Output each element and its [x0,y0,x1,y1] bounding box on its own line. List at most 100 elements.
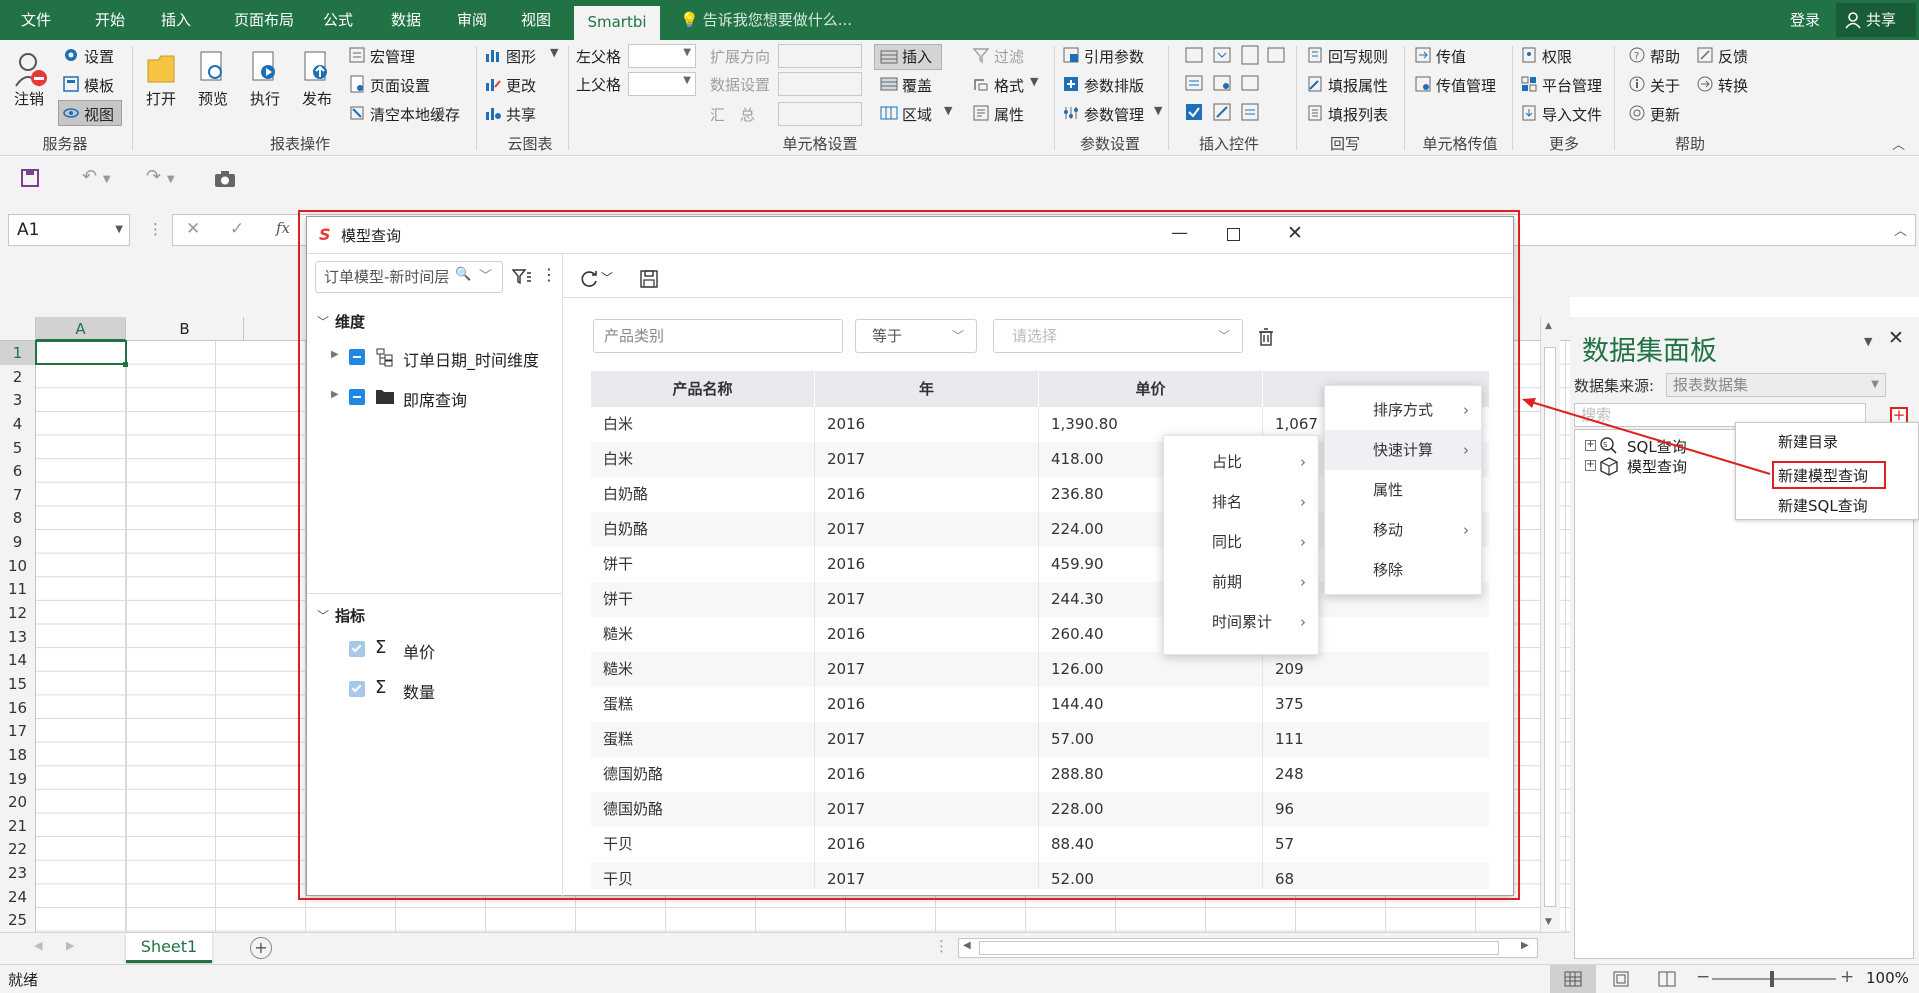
horizontal-scrollbar[interactable]: ◀ ▶ [958,938,1538,958]
zoom-in-icon[interactable]: + [1840,967,1854,987]
feedback-button[interactable]: 反馈 [1718,46,1748,67]
format-button[interactable]: 格式 [994,75,1024,96]
row-header[interactable]: 4 [0,411,36,436]
row-header[interactable]: 13 [0,624,36,649]
row-header[interactable]: 25 [0,908,36,933]
logout-button[interactable]: 注销 [14,88,44,109]
row-header[interactable]: 16 [0,695,36,720]
row-header[interactable]: 12 [0,601,36,626]
tab-view[interactable]: 视图 [506,0,566,40]
zoom-slider[interactable] [1712,978,1836,980]
tab-data[interactable]: 数据 [376,0,436,40]
chevron-down-icon[interactable]: ▼ [944,104,952,117]
preview-button[interactable]: 预览 [198,88,228,109]
source-select[interactable]: 报表数据集 ▼ [1666,373,1886,397]
h-scroll-thumb[interactable] [979,941,1499,955]
row-header[interactable]: 19 [0,766,36,791]
scroll-left-icon[interactable]: ◀ [963,940,971,951]
help-button[interactable]: 帮助 [1650,46,1680,67]
active-cell-a1[interactable] [35,340,127,365]
tab-smartbi[interactable]: Smartbi [574,6,660,40]
vertical-scrollbar[interactable]: ▲ ▼ [1540,317,1560,932]
row-header[interactable]: 17 [0,719,36,744]
tree-item-model-query[interactable]: 模型查询 [1627,456,1687,477]
login-link[interactable]: 登录 [1790,0,1820,40]
permission-button[interactable]: 权限 [1542,46,1572,67]
row-header[interactable]: 22 [0,837,36,862]
convert-button[interactable]: 转换 [1718,75,1748,96]
sheet-tab-sheet1[interactable]: Sheet1 [126,933,212,963]
row-header[interactable]: 7 [0,482,36,507]
tab-insert[interactable]: 插入 [146,0,206,40]
tell-me-search[interactable]: 💡 告诉我您想要做什么... [680,0,852,40]
pass-manage-button[interactable]: 传值管理 [1436,75,1496,96]
expand-icon[interactable]: + [1585,460,1596,471]
clear-cache-button[interactable]: 清空本地缓存 [370,104,460,125]
function-icon[interactable]: fx [276,219,290,237]
param-layout-button[interactable]: 参数排版 [1084,75,1144,96]
writeback-rule-button[interactable]: 回写规则 [1328,46,1388,67]
zoom-out-icon[interactable]: − [1696,967,1710,987]
ref-param-button[interactable]: 引用参数 [1084,46,1144,67]
tab-page-layout[interactable]: 页面布局 [218,0,310,40]
row-header[interactable]: 3 [0,388,36,413]
summary-select[interactable] [778,102,862,126]
row-header[interactable]: 11 [0,577,36,602]
select-all-corner[interactable] [0,317,36,341]
pass-value-button[interactable]: 传值 [1436,46,1466,67]
collapse-ribbon-icon[interactable]: ︿ [1892,134,1905,153]
row-header[interactable]: 9 [0,530,36,555]
import-file-button[interactable]: 导入文件 [1542,104,1602,125]
zoom-level[interactable]: 100% [1866,969,1909,987]
tab-formulas[interactable]: 公式 [310,0,366,40]
cancel-icon[interactable]: ✕ [186,219,200,239]
page-layout-view-icon[interactable] [1612,971,1630,987]
expand-icon[interactable]: + [1585,440,1596,451]
name-box[interactable]: A1 ▼ [8,214,130,246]
about-button[interactable]: 关于 [1650,75,1680,96]
row-header[interactable]: 8 [0,506,36,531]
control-icons-grid[interactable] [1184,45,1285,126]
more-options-icon[interactable]: ⋮ [148,220,163,238]
undo-icon[interactable]: ↶ ▼ [82,166,111,187]
scroll-up-icon[interactable]: ▲ [1545,321,1552,331]
camera-icon[interactable] [214,170,236,188]
fill-list-button[interactable]: 填报列表 [1328,104,1388,125]
page-setup-button[interactable]: 页面设置 [370,75,430,96]
panel-menu-icon[interactable]: ▼ [1864,335,1872,348]
share-chart-button[interactable]: 共享 [506,104,536,125]
fill-attr-button[interactable]: 填报属性 [1328,75,1388,96]
scroll-down-icon[interactable]: ▼ [1545,917,1552,927]
filter-button[interactable]: 过滤 [994,46,1024,67]
settings-button[interactable]: 设置 [84,46,114,67]
row-header[interactable]: 24 [0,884,36,909]
change-button[interactable]: 更改 [506,75,536,96]
expand-formula-icon[interactable]: ︿ [1894,220,1907,239]
menu-new-sql-query[interactable]: 新建SQL查询 [1778,495,1868,516]
chevron-down-icon[interactable]: ▼ [1030,75,1038,88]
data-settings-select[interactable] [778,72,862,96]
attribute-button[interactable]: 属性 [994,104,1024,125]
macro-button[interactable]: 宏管理 [370,46,415,67]
scroll-thumb[interactable] [1544,347,1556,907]
save-icon[interactable] [20,168,40,188]
execute-button[interactable]: 执行 [250,88,280,109]
page-break-view-icon[interactable] [1658,971,1676,987]
template-button[interactable]: 模板 [84,75,114,96]
row-header[interactable]: 21 [0,813,36,838]
chevron-down-icon[interactable]: ▼ [1154,104,1162,117]
row-header[interactable]: 23 [0,861,36,886]
row-header[interactable]: 6 [0,459,36,484]
scroll-right-icon[interactable]: ▶ [1521,940,1529,951]
menu-new-model-query[interactable]: 新建模型查询 [1778,465,1868,486]
fill-handle[interactable] [123,362,128,367]
row-header[interactable]: 1 [0,341,36,365]
splitter-handle[interactable]: ⋮ [934,937,949,955]
platform-manage-button[interactable]: 平台管理 [1542,75,1602,96]
confirm-icon[interactable]: ✓ [230,219,244,239]
row-header[interactable]: 18 [0,742,36,767]
cover-button[interactable]: 覆盖 [902,75,932,96]
prev-sheet-icon[interactable]: ◀ [34,939,42,952]
next-sheet-icon[interactable]: ▶ [66,939,74,952]
column-header-b[interactable]: B [126,317,244,341]
